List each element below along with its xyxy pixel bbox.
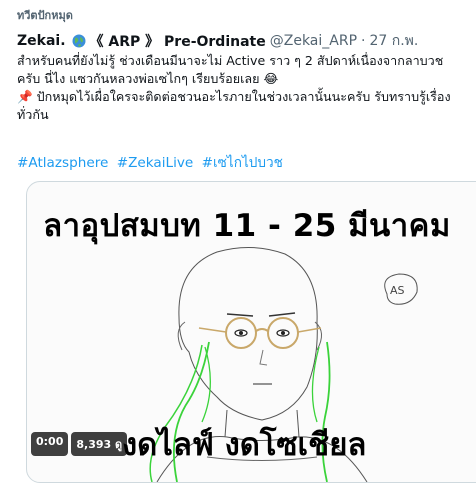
hashtag-list: #Atlazsphere #ZekaiLive #เซไกไปบวช xyxy=(17,151,287,173)
caption-top: ลาอุปสมบท 11 - 25 มีนาคม xyxy=(43,208,451,244)
tweet-body: สำหรับคนที่ยังไม่รู้ ช่วงเดือนมีนาจะไม่ … xyxy=(17,52,476,124)
hashtag-link[interactable]: #เซไกไปบวช xyxy=(202,155,283,171)
tweet-body-line: ทั่วกัน xyxy=(17,107,49,122)
tweet-body-line: ครับ นี่ไง แซวกันหลวงพ่อเซไกๆ เรียบร้อยเ… xyxy=(17,71,279,86)
author-handle[interactable]: @Zekai_ARP xyxy=(270,33,357,49)
hashtag-link[interactable]: #Atlazsphere xyxy=(17,155,108,171)
globe-emoji-icon xyxy=(72,34,86,48)
caption-bottom: งดไลฟ์ งดโซเชียล xyxy=(122,427,367,463)
signature-text: AS xyxy=(390,284,405,297)
author-name-suffix[interactable]: 《 ARP 》 Pre-Ordinate xyxy=(90,31,266,51)
video-media[interactable]: AS ลาอุปสมบท 11 - 25 มีนาคม งดไลฟ์ งดโซเ… xyxy=(26,181,476,483)
hashtag-link[interactable]: #ZekaiLive xyxy=(117,155,194,171)
video-time-badge: 0:00 xyxy=(31,432,69,456)
tweet-date[interactable]: 27 ก.พ. xyxy=(369,30,418,52)
author-name[interactable]: Zekai. xyxy=(17,33,66,49)
tweet-body-line: 📌 ปักหมุดไว้เผื่อใครจะติดต่อชวนอะไรภายใน… xyxy=(17,89,451,104)
pinned-label-text: ทวีตปักหมุด xyxy=(17,9,73,22)
view-count-badge: 8,393 ดู xyxy=(71,432,128,456)
pinned-tweet-label: ทวีตปักหมุด xyxy=(17,6,73,24)
tweet-body-line: สำหรับคนที่ยังไม่รู้ ช่วงเดือนมีนาจะไม่ … xyxy=(17,53,444,68)
tweet-header: Zekai. 《 ARP 》 Pre-Ordinate @Zekai_ARP ·… xyxy=(17,30,418,52)
separator-dot: · xyxy=(361,33,366,49)
video-badges: 0:00 8,393 ดู xyxy=(31,432,128,456)
